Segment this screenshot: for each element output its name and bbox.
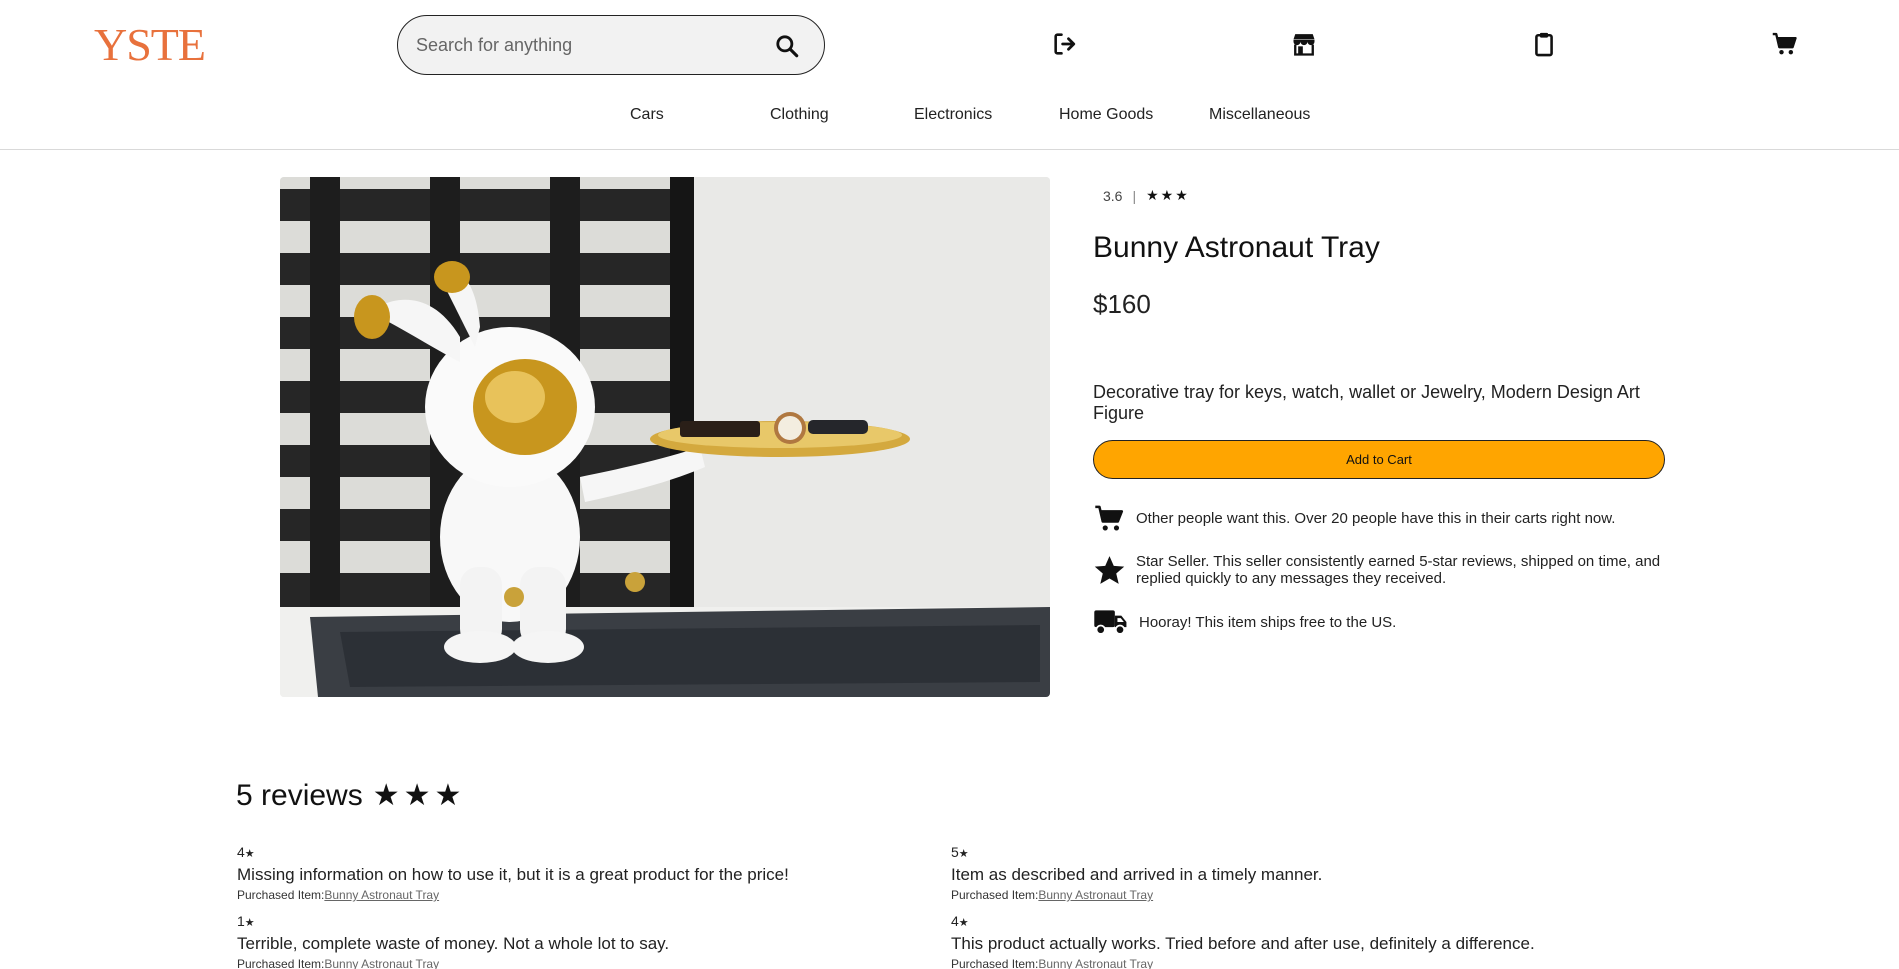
purchased-item-link[interactable]: Bunny Astronaut Tray (1038, 957, 1153, 969)
review-item: 4★ This product actually works. Tried be… (951, 913, 1651, 969)
search-input[interactable] (416, 26, 756, 64)
feature-free-shipping: Hooray! This item ships free to the US. (1093, 607, 1665, 637)
star-icon (1094, 555, 1125, 584)
nav-item-electronics[interactable]: Electronics (914, 106, 992, 124)
review-item: 4★ Missing information on how to use it,… (237, 844, 937, 902)
nav-item-cars[interactable]: Cars (630, 106, 664, 124)
review-item: 5★ Item as described and arrived in a ti… (951, 844, 1651, 902)
rating-stars: ★★★ (1146, 187, 1190, 203)
add-to-cart-button[interactable]: Add to Cart (1093, 440, 1665, 479)
review-item: 1★ Terrible, complete waste of money. No… (237, 913, 937, 969)
feature-star-seller: Star Seller. This seller consistently ea… (1093, 553, 1665, 587)
nav-item-home-goods[interactable]: Home Goods (1059, 106, 1153, 124)
reviews-count: 5 reviews (236, 778, 363, 812)
review-text: Terrible, complete waste of money. Not a… (237, 934, 670, 953)
product-title: Bunny Astronaut Tray (1093, 231, 1380, 264)
purchased-item: Purchased Item:Bunny Astronaut Tray (237, 957, 440, 969)
product-price: $160 (1093, 289, 1151, 319)
review-rating: 1★ (237, 913, 255, 929)
nav-item-clothing[interactable]: Clothing (770, 106, 829, 124)
cart-icon (1095, 505, 1124, 531)
star-icon: ★ (958, 848, 969, 860)
category-nav: Cars Clothing Electronics Home Goods Mis… (0, 106, 1899, 128)
truck-icon (1094, 610, 1127, 635)
star-icon: ★ (244, 848, 255, 860)
search-bar (397, 15, 825, 75)
review-text: This product actually works. Tried befor… (951, 934, 1535, 953)
cart-icon[interactable] (1771, 30, 1799, 58)
feature-demand: Other people want this. Over 20 people h… (1093, 503, 1665, 534)
store-icon[interactable] (1290, 30, 1318, 58)
reviews-heading: 5 reviews ★★★ (236, 778, 465, 813)
rating-separator: | (1132, 187, 1137, 204)
review-text: Missing information on how to use it, bu… (237, 865, 789, 884)
sign-out-icon[interactable] (1051, 30, 1079, 58)
purchased-item-link[interactable]: Bunny Astronaut Tray (324, 957, 439, 969)
review-rating: 4★ (951, 913, 969, 929)
reviews-stars: ★★★ (372, 779, 466, 812)
purchased-item: Purchased Item:Bunny Astronaut Tray (237, 888, 440, 902)
purchased-item-link[interactable]: Bunny Astronaut Tray (1038, 888, 1153, 902)
clipboard-icon[interactable] (1530, 30, 1558, 58)
product-description: Decorative tray for keys, watch, wallet … (1093, 382, 1640, 423)
review-rating: 5★ (951, 844, 969, 860)
feature-text: Star Seller. This seller consistently ea… (1136, 553, 1661, 587)
feature-text: Other people want this. Over 20 people h… (1136, 510, 1616, 527)
review-text: Item as described and arrived in a timel… (951, 865, 1323, 884)
review-rating: 4★ (237, 844, 255, 860)
purchased-item: Purchased Item:Bunny Astronaut Tray (951, 957, 1154, 969)
star-icon: ★ (958, 917, 969, 929)
rating-value: 3.6 (1103, 187, 1123, 204)
feature-text: Hooray! This item ships free to the US. (1139, 613, 1397, 631)
product-rating: 3.6 | ★★★ (1103, 187, 1190, 204)
nav-item-miscellaneous[interactable]: Miscellaneous (1209, 106, 1310, 124)
search-icon[interactable] (774, 33, 800, 59)
purchased-item-link[interactable]: Bunny Astronaut Tray (324, 888, 439, 902)
product-image (280, 177, 1050, 697)
star-icon: ★ (244, 917, 255, 929)
site-header: YSTE Cars Clothing Electronics Home Good… (0, 0, 1899, 150)
purchased-item: Purchased Item:Bunny Astronaut Tray (951, 888, 1154, 902)
site-logo[interactable]: YSTE (94, 18, 206, 71)
